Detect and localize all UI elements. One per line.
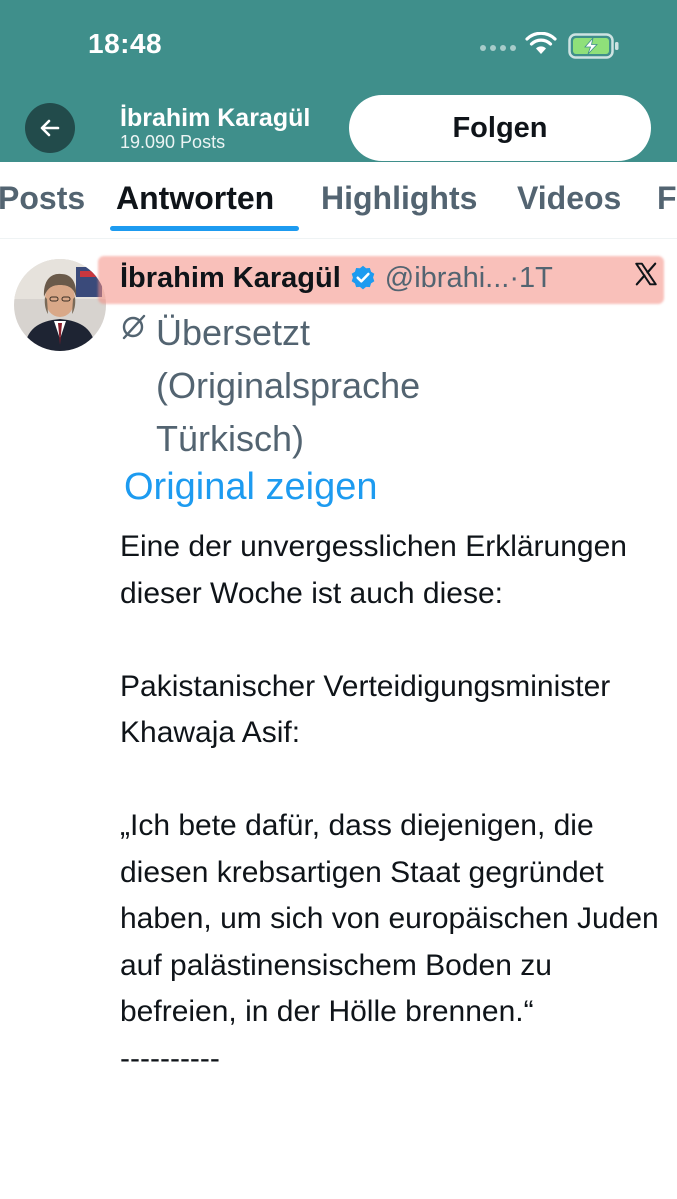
- translation-note-text: Übersetzt (Originalsprache Türkisch): [156, 312, 421, 459]
- arrow-left-icon: [40, 119, 60, 137]
- tweet-paragraph: Pakistanischer Verteidigungsminister Kha…: [120, 669, 611, 750]
- tweet-timestamp[interactable]: ·1T: [509, 262, 553, 295]
- tweet-text: Eine der unvergesslichen Erklärungen die…: [120, 524, 665, 1082]
- tweet-author-handle[interactable]: @ibrahi...: [385, 262, 510, 295]
- profile-name: İbrahim Karagül: [120, 104, 311, 132]
- cellular-signal-icon: [480, 45, 516, 51]
- posts-count: 19.090 Posts: [120, 132, 226, 152]
- tweet-paragraph: Eine der unvergesslichen Erklärungen die…: [120, 530, 627, 610]
- verified-badge-icon: [351, 265, 375, 290]
- status-time: 18:48: [88, 28, 163, 59]
- back-button[interactable]: [25, 103, 75, 153]
- tab-antworten[interactable]: Antworten: [116, 180, 274, 217]
- author-avatar[interactable]: [14, 259, 106, 351]
- follow-button[interactable]: Folgen: [349, 95, 651, 161]
- active-tab-indicator: [110, 226, 299, 231]
- tab-highlights[interactable]: Highlights: [321, 180, 477, 217]
- translate-icon: [122, 314, 146, 340]
- profile-tabs: Posts Antworten Highlights Videos F: [0, 162, 677, 239]
- tab-next-partial[interactable]: F: [657, 180, 677, 217]
- tab-posts[interactable]: Posts: [0, 180, 85, 217]
- tab-videos[interactable]: Videos: [517, 180, 621, 217]
- x-logo-icon: [635, 262, 657, 286]
- avatar-photo: [14, 259, 106, 351]
- profile-header: 18:48 İbrahim Karagül 19.090 Posts Folge…: [0, 0, 677, 162]
- tweet-author-line[interactable]: İbrahim Karagül @ibrahi... ·1T: [120, 256, 553, 300]
- tweet-author-name[interactable]: İbrahim Karagül: [120, 262, 341, 295]
- show-original-link[interactable]: Original zeigen: [124, 466, 377, 509]
- battery-charging-icon: [568, 33, 619, 59]
- tweet-paragraph: „Ich bete dafür, dass diejenigen, die di…: [120, 809, 659, 1075]
- wifi-icon: [525, 32, 557, 54]
